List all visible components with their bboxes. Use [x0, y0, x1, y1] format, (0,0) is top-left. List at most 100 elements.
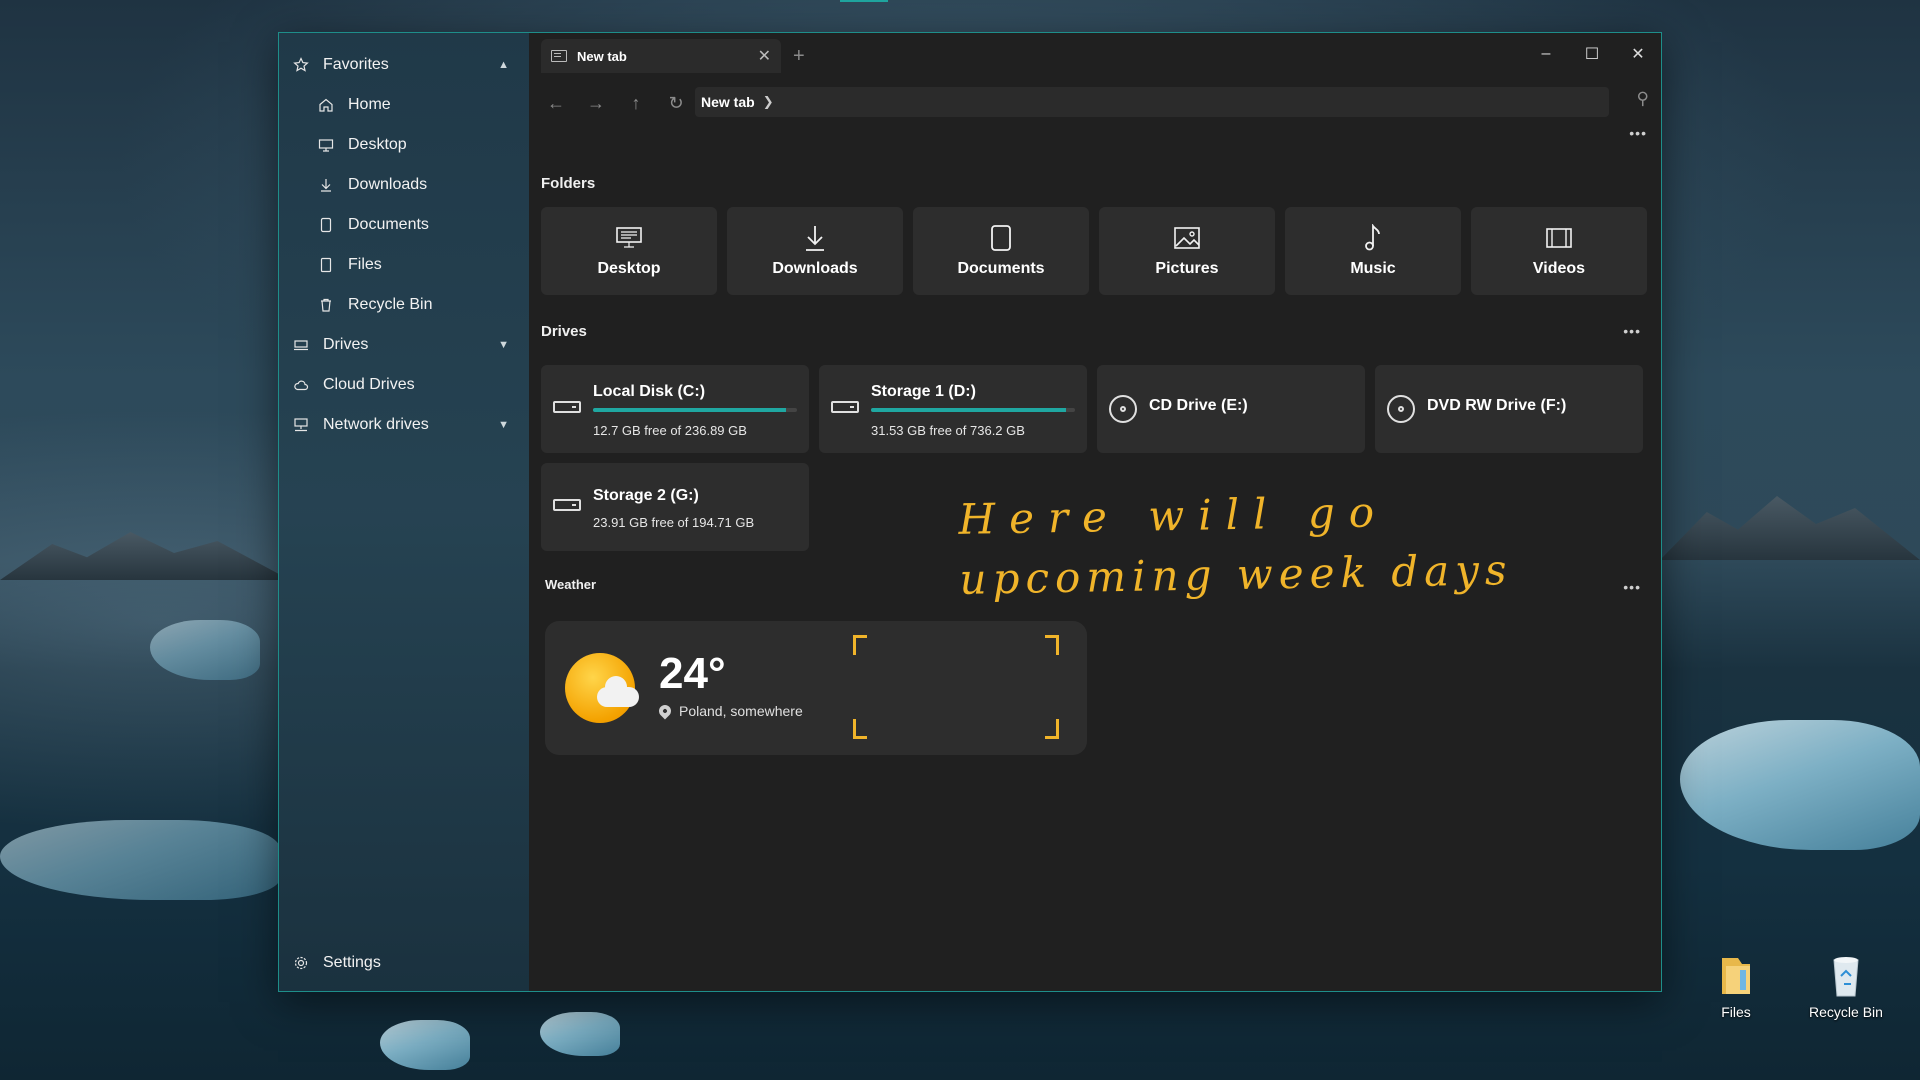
desktop-icon [316, 135, 336, 155]
drive-free-space: 31.53 GB free of 736.2 GB [871, 423, 1025, 438]
sidebar-section-network-drives[interactable]: Network drives ▼ [279, 405, 529, 445]
document-icon [987, 224, 1015, 252]
home-icon [316, 95, 336, 115]
temperature: 24° [659, 649, 726, 698]
more-options-button[interactable]: ••• [1629, 125, 1647, 141]
forward-button[interactable]: → [581, 89, 611, 117]
drive-free-space: 23.91 GB free of 194.71 GB [593, 515, 755, 530]
chevron-down-icon[interactable]: ▼ [498, 339, 509, 351]
document-icon [316, 215, 336, 235]
location-pin-icon [656, 702, 674, 720]
folder-card-desktop[interactable]: Desktop [541, 207, 717, 295]
chevron-down-icon[interactable]: ▼ [498, 419, 509, 431]
folder-card-documents[interactable]: Documents [913, 207, 1089, 295]
drives-section-title: Drives [541, 323, 587, 340]
sidebar-item-documents[interactable]: Documents [279, 205, 529, 245]
folder-label: Downloads [772, 260, 858, 277]
background-ice-left [0, 820, 280, 900]
desktop-icon [615, 224, 643, 252]
drive-card-e[interactable]: CD Drive (E:) [1097, 365, 1365, 453]
weather-section-title: Weather [545, 577, 597, 592]
sidebar-item-recycle-bin[interactable]: Recycle Bin [279, 285, 529, 325]
music-icon [1359, 224, 1387, 252]
weather-more-button[interactable]: ••• [1623, 579, 1641, 595]
folder-label: Documents [957, 260, 1045, 277]
folders-grid: Desktop Downloads Documents Pictures Mus… [541, 207, 1647, 295]
drive-card-f[interactable]: DVD RW Drive (F:) [1375, 365, 1643, 453]
background-ice-left-2 [150, 620, 260, 680]
sidebar-item-desktop[interactable]: Desktop [279, 125, 529, 165]
background-ice-bottom [380, 1020, 470, 1070]
background-mountains-right [1660, 496, 1920, 560]
placeholder-bracket-bottom-left [853, 719, 867, 739]
sidebar: Favorites ▲ Home Desktop Downloads Docum… [279, 33, 529, 991]
back-button[interactable]: ← [541, 89, 571, 117]
video-icon [1545, 224, 1573, 252]
background-ice-right [1680, 720, 1920, 850]
drive-card-d[interactable]: Storage 1 (D:) 31.53 GB free of 736.2 GB [819, 365, 1087, 453]
recycle-bin-icon [1826, 954, 1866, 998]
sidebar-section-label: Favorites [323, 56, 389, 73]
download-icon [316, 175, 336, 195]
placeholder-bracket-bottom-right [1045, 719, 1059, 739]
weather-widget[interactable]: 24° Poland, somewhere [545, 621, 1087, 755]
desktop-icon-recycle-bin[interactable]: Recycle Bin [1806, 954, 1886, 1020]
sidebar-item-downloads[interactable]: Downloads [279, 165, 529, 205]
sidebar-section-label: Cloud Drives [323, 376, 415, 393]
drive-usage-fill [871, 408, 1067, 412]
folder-card-videos[interactable]: Videos [1471, 207, 1647, 295]
drive-name: Local Disk (C:) [593, 383, 706, 400]
drive-card-c[interactable]: Local Disk (C:) 12.7 GB free of 236.89 G… [541, 365, 809, 453]
drive-name: Storage 2 (G:) [593, 487, 699, 504]
background-mountains-left [0, 532, 290, 580]
desktop-icon-label: Files [1721, 1004, 1751, 1020]
placeholder-bracket-top-right [1045, 635, 1059, 655]
picture-icon [1173, 224, 1201, 252]
chevron-up-icon[interactable]: ▲ [498, 59, 509, 71]
refresh-button[interactable]: ↻ [661, 89, 691, 117]
recycle-bin-icon [316, 295, 336, 315]
sidebar-item-files[interactable]: Files [279, 245, 529, 285]
folder-label: Pictures [1155, 260, 1219, 277]
sidebar-item-home[interactable]: Home [279, 85, 529, 125]
file-icon [316, 255, 336, 275]
minimize-button[interactable]: – [1523, 39, 1569, 69]
sidebar-item-label: Desktop [348, 136, 407, 153]
sidebar-section-drives[interactable]: Drives ▼ [279, 325, 529, 365]
placeholder-bracket-top-left [853, 635, 867, 655]
drive-usage-fill [593, 408, 786, 412]
drive-icon [291, 335, 311, 355]
maximize-button[interactable]: ☐ [1569, 39, 1615, 69]
sidebar-item-label: Settings [323, 954, 381, 971]
tab-title: New tab [577, 48, 627, 64]
sidebar-item-settings[interactable]: Settings [279, 943, 529, 983]
folder-card-pictures[interactable]: Pictures [1099, 207, 1275, 295]
drive-usage-bar [871, 408, 1075, 412]
folders-section-title: Folders [541, 175, 596, 192]
gear-icon [291, 953, 311, 973]
tab-new-tab[interactable]: New tab ✕ [541, 39, 781, 73]
sidebar-section-label: Drives [323, 336, 369, 353]
folder-label: Desktop [597, 260, 661, 277]
sidebar-item-label: Home [348, 96, 391, 113]
sidebar-section-label: Network drives [323, 416, 429, 433]
sidebar-item-label: Downloads [348, 176, 428, 193]
download-icon [801, 224, 829, 252]
cloud-icon [291, 375, 311, 395]
address-bar[interactable]: New tab ❯ [695, 87, 1609, 117]
folder-card-music[interactable]: Music [1285, 207, 1461, 295]
desktop-icon-files[interactable]: Files [1696, 954, 1776, 1020]
drive-card-g[interactable]: Storage 2 (G:) 23.91 GB free of 194.71 G… [541, 463, 809, 551]
close-icon[interactable]: ✕ [758, 46, 771, 66]
main-content: New tab ✕ + – ☐ ✕ ← → ↑ ↻ New tab ❯ ⚲ ••… [529, 33, 1661, 991]
folder-card-downloads[interactable]: Downloads [727, 207, 903, 295]
close-window-button[interactable]: ✕ [1615, 39, 1661, 69]
drives-more-button[interactable]: ••• [1623, 323, 1641, 339]
breadcrumb[interactable]: New tab [701, 94, 755, 110]
up-button[interactable]: ↑ [621, 89, 651, 117]
sidebar-section-cloud-drives[interactable]: Cloud Drives [279, 365, 529, 405]
sidebar-section-favorites[interactable]: Favorites ▲ [279, 45, 529, 85]
search-icon[interactable]: ⚲ [1637, 89, 1649, 109]
add-tab-button[interactable]: + [793, 45, 805, 68]
drive-name: DVD RW Drive (F:) [1427, 397, 1567, 414]
